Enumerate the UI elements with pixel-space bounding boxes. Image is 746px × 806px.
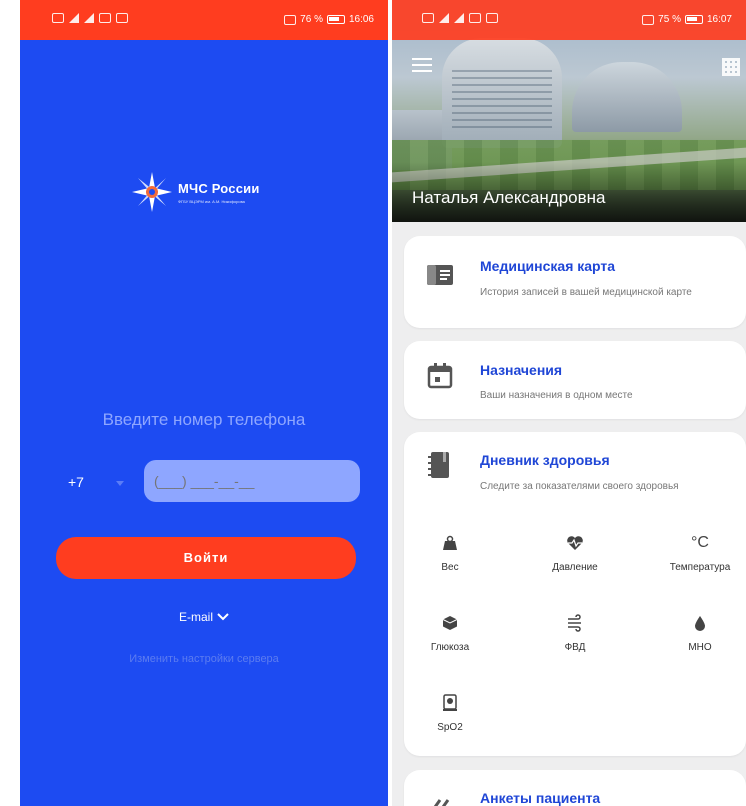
server-settings-link[interactable]: Изменить настройки сервера xyxy=(20,653,388,665)
dashboard-screen: 75 % 16:07 Наталья Александровна Медицин… xyxy=(392,0,746,806)
metric-label: Температура xyxy=(669,562,731,573)
nfc-icon xyxy=(642,14,655,25)
metric-pressure[interactable]: Давление xyxy=(535,534,615,573)
signal-icon xyxy=(439,13,449,23)
questionnaires-tile[interactable]: Анкеты пациента xyxy=(404,770,746,806)
metric-weight[interactable]: Вес xyxy=(410,534,490,573)
phone-label: Введите номер телефона xyxy=(102,410,306,429)
nfc-icon xyxy=(284,14,297,25)
metric-label: Вес xyxy=(441,562,459,573)
wifi-icon xyxy=(469,13,481,23)
drop-icon xyxy=(695,616,705,631)
notebook-icon xyxy=(428,452,449,478)
chevron-down-icon[interactable] xyxy=(116,481,124,486)
appointments-tile[interactable]: Назначения Ваши назначения в одном месте xyxy=(404,341,746,419)
health-diary-description: Следите за показателями своего здоровья xyxy=(480,481,679,492)
notification-icon xyxy=(116,13,128,23)
metric-label: ФВД xyxy=(564,642,586,653)
signal-icon xyxy=(69,13,79,23)
pulse-oximeter-icon xyxy=(443,694,457,711)
health-diary-tile[interactable]: Дневник здоровья Следите за показателями… xyxy=(404,432,746,756)
mchs-logo: МЧС России ФГБУ ВЦЭРМ им. А.М. Никифоров… xyxy=(132,172,260,212)
metric-fvd[interactable]: ФВД xyxy=(535,614,615,653)
metric-temperature[interactable]: °C Температура xyxy=(660,534,740,573)
status-bar: 76 % 16:06 xyxy=(20,0,388,40)
user-name: Наталья Александровна xyxy=(412,188,606,207)
metric-label: Глюкоза xyxy=(430,642,470,653)
id-card-icon xyxy=(427,265,453,285)
mchs-star-icon xyxy=(132,172,172,212)
metric-inr[interactable]: МНО xyxy=(660,614,740,653)
login-button[interactable]: Войти xyxy=(56,537,356,579)
calendar-icon xyxy=(427,363,453,389)
wind-icon xyxy=(568,614,581,632)
metric-label: МНО xyxy=(688,642,712,653)
metric-label: Давление xyxy=(552,562,598,573)
sim-icon xyxy=(422,13,434,23)
email-toggle[interactable]: E-mail xyxy=(20,610,388,624)
logo-title: МЧС России xyxy=(178,180,260,196)
wifi-icon xyxy=(99,13,111,23)
health-diary-title: Дневник здоровья xyxy=(480,452,610,468)
cube-icon xyxy=(442,616,458,630)
chevron-down-icon xyxy=(217,613,229,621)
battery-icon xyxy=(326,15,345,24)
sim-icon xyxy=(52,13,64,23)
country-code-select[interactable]: +7 xyxy=(68,474,84,490)
notification-icon xyxy=(486,13,498,23)
signal-icon-2 xyxy=(84,13,94,23)
heartbeat-icon xyxy=(567,536,583,550)
metric-glucose[interactable]: Глюкоза xyxy=(410,614,490,653)
status-bar: 75 % 16:07 xyxy=(392,0,746,40)
hamburger-menu-icon[interactable] xyxy=(412,58,432,72)
status-time: 16:07 xyxy=(706,14,732,25)
medical-card-tile[interactable]: Медицинская карта История записей в ваше… xyxy=(404,236,746,328)
battery-percent: 76 % xyxy=(300,14,323,25)
weight-icon xyxy=(443,535,457,550)
metric-spo2[interactable]: SpO2 xyxy=(410,694,490,733)
metric-label: SpO2 xyxy=(437,722,463,733)
medical-card-description: История записей в вашей медицинской карт… xyxy=(480,287,692,298)
signal-icon-2 xyxy=(454,13,464,23)
appointments-description: Ваши назначения в одном месте xyxy=(480,390,633,401)
hero-banner: 75 % 16:07 Наталья Александровна xyxy=(392,0,746,222)
pencil-icon xyxy=(433,799,450,806)
email-toggle-label: E-mail xyxy=(178,610,213,624)
celsius-icon: °C xyxy=(691,534,709,551)
logo-subtitle: ФГБУ ВЦЭРМ им. А.М. Никифорова xyxy=(178,198,245,204)
medical-card-title: Медицинская карта xyxy=(480,258,616,274)
login-screen: 76 % 16:06 МЧС России ФГБУ ВЦЭРМ им. А.М… xyxy=(20,0,388,806)
questionnaires-title: Анкеты пациента xyxy=(480,790,601,806)
qr-code-icon[interactable] xyxy=(722,58,740,76)
status-time: 16:06 xyxy=(348,14,374,25)
appointments-title: Назначения xyxy=(480,362,563,378)
phone-input[interactable] xyxy=(144,460,360,502)
battery-icon xyxy=(684,15,703,24)
battery-percent: 75 % xyxy=(658,14,681,25)
